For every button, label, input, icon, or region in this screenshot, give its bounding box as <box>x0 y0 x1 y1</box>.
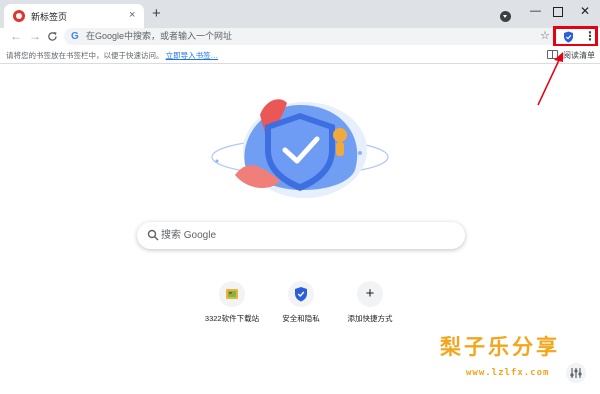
security-extension-shield-icon[interactable] <box>563 31 574 43</box>
favicon-icon <box>13 10 25 22</box>
minimize-button[interactable]: — <box>530 4 541 18</box>
close-window-button[interactable]: ✕ <box>580 4 590 18</box>
shortcut-label: 3322软件下载站 <box>204 314 260 323</box>
back-button[interactable]: ← <box>10 29 22 43</box>
shortcut-security-privacy[interactable]: 安全和隐私 <box>261 281 341 326</box>
shortcut-label: 添加快捷方式 <box>347 314 393 323</box>
import-bookmarks-link[interactable]: 立即导入书签… <box>166 51 219 60</box>
shortcut-label: 安全和隐私 <box>282 314 320 323</box>
bookmarks-bar: 请将您的书签放在书签栏中，以便于快速访问。 立即导入书签… 阅读清单 <box>0 46 600 64</box>
chrome-menu-button[interactable]: ⋮ <box>584 29 596 43</box>
tab-new-tab[interactable]: 新标签页 × <box>4 4 144 28</box>
tab-title: 新标签页 <box>31 12 68 22</box>
shortcut-3322[interactable]: 3322软件下载站 <box>192 281 272 326</box>
shortcut-add[interactable]: + 添加快捷方式 <box>330 281 410 326</box>
bookmarks-prompt-text: 请将您的书签放在书签栏中，以便于快速访问。 <box>6 51 164 60</box>
omnibox[interactable]: G 在Google中搜索，或者输入一个网址 ☆ <box>64 28 557 45</box>
tab-close-icon[interactable]: × <box>129 9 135 21</box>
plus-symbol: + <box>365 285 375 302</box>
tab-search-icon[interactable] <box>500 11 511 22</box>
tab-strip: 新标签页 × + — ✕ <box>0 0 600 28</box>
reload-button[interactable] <box>47 29 58 45</box>
watermark-url: www.lzlfx.com <box>466 368 550 378</box>
search-icon <box>147 229 159 241</box>
bookmarks-prompt: 请将您的书签放在书签栏中，以便于快速访问。 立即导入书签… <box>6 51 218 60</box>
reload-icon <box>48 32 57 41</box>
shield-check-icon <box>288 281 314 307</box>
search-placeholder: 搜索 Google <box>161 230 217 241</box>
3322-site-icon <box>219 281 245 307</box>
annotation-arrow <box>537 52 563 106</box>
customize-chrome-button[interactable] <box>566 363 586 383</box>
new-tab-button[interactable]: + <box>152 6 161 21</box>
customize-icon <box>570 368 582 378</box>
maximize-button[interactable] <box>553 7 563 17</box>
bookmark-star-icon[interactable]: ☆ <box>540 30 550 42</box>
omnibox-placeholder: 在Google中搜索，或者输入一个网址 <box>86 31 233 41</box>
security-illustration <box>211 99 389 198</box>
plus-icon: + <box>357 281 383 307</box>
watermark-text: 梨子乐分享 <box>440 335 560 359</box>
google-search-box[interactable]: 搜索 Google <box>137 222 465 249</box>
google-icon: G <box>71 31 79 42</box>
toolbar: ← → G 在Google中搜索，或者输入一个网址 ☆ <box>0 28 600 46</box>
forward-button[interactable]: → <box>29 29 41 43</box>
